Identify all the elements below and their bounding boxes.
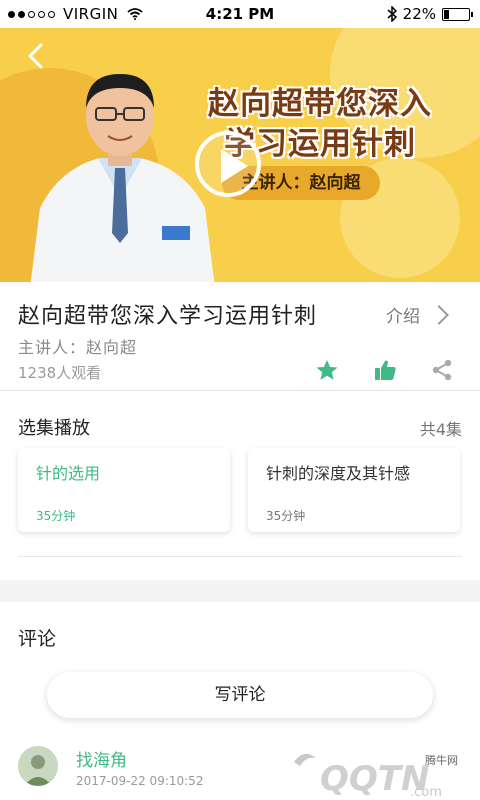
comments-heading: 评论 (18, 628, 57, 650)
chevron-right-icon (429, 304, 449, 325)
write-comment-button[interactable]: 写评论 (47, 672, 433, 718)
episode-name: 针的选用 (36, 464, 101, 483)
episodes-count: 共4集 (419, 420, 462, 439)
course-speaker: 主讲人：赵向超 (18, 338, 138, 357)
episode-card[interactable]: 针的选用 35分钟 (18, 448, 230, 532)
star-icon (316, 360, 338, 380)
comment-username[interactable]: 找海角 (76, 746, 127, 771)
play-button[interactable] (195, 131, 261, 197)
course-title: 赵向超带您深入学习运用针刺 (18, 304, 318, 329)
episode-duration: 35分钟 (36, 509, 76, 523)
episodes-heading: 选集播放 (18, 418, 90, 439)
favorite-button[interactable] (312, 356, 342, 384)
section-divider (18, 556, 462, 557)
battery-icon (442, 7, 473, 21)
watermark-text: 腾牛网 (425, 754, 458, 767)
intro-label: 介绍 (386, 307, 420, 327)
view-count: 1238人观看 (18, 364, 102, 382)
section-divider (0, 390, 480, 391)
like-button[interactable] (370, 356, 400, 384)
bluetooth-icon (387, 6, 397, 22)
svg-text:.com: .com (410, 785, 442, 800)
episode-duration: 35分钟 (266, 509, 306, 523)
status-bar: VIRGIN 4:21 PM 22% (0, 0, 480, 28)
banner-title-line: 赵向超带您深入 (208, 86, 432, 122)
section-separator (0, 580, 480, 602)
battery-percent: 22% (402, 5, 436, 23)
status-right: 22% (387, 5, 473, 23)
episode-name: 针刺的深度及其针感 (266, 464, 411, 483)
video-banner[interactable]: 赵向超带您深入 学习运用针刺 主讲人：赵向超 (0, 28, 480, 282)
play-icon (221, 149, 248, 183)
comment-timestamp: 2017-09-22 09:10:52 (76, 774, 204, 788)
avatar[interactable] (18, 746, 58, 786)
share-icon (432, 359, 452, 381)
battery-fill (444, 9, 449, 19)
episode-card[interactable]: 针刺的深度及其针感 35分钟 (248, 448, 460, 532)
share-button[interactable] (427, 356, 457, 384)
thumbs-up-icon (375, 360, 396, 380)
intro-button[interactable]: 介绍 (386, 302, 449, 327)
avatar-image (18, 746, 58, 786)
